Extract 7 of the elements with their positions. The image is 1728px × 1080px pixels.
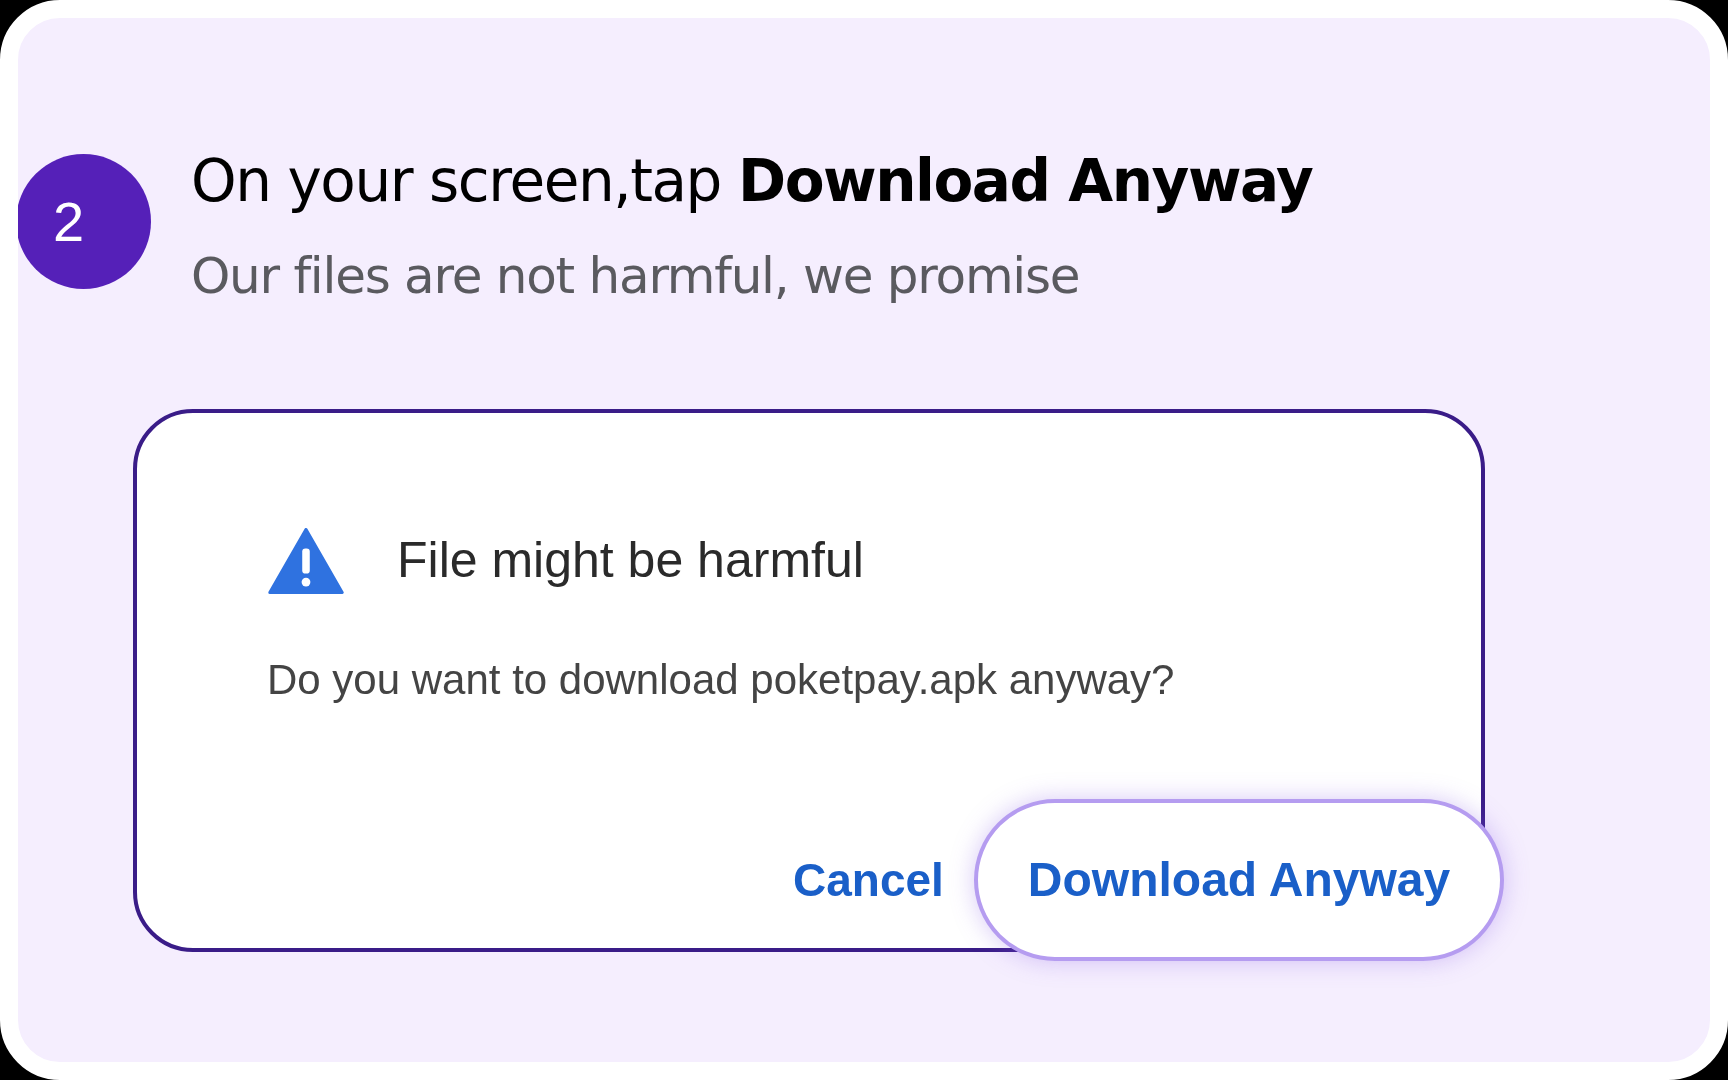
warning-icon — [267, 527, 345, 594]
dialog-message: Do you want to download poketpay.apk anyway? — [267, 655, 1176, 705]
step-number: 2 — [18, 154, 151, 289]
download-anyway-button[interactable]: Download Anyway — [973, 799, 1505, 961]
step-subtitle: Our files are not harmful, we promise — [191, 246, 1081, 307]
step-heading: On your screen,tap Download Anyway — [191, 146, 1313, 217]
dialog-title: File might be harmful — [397, 531, 864, 590]
